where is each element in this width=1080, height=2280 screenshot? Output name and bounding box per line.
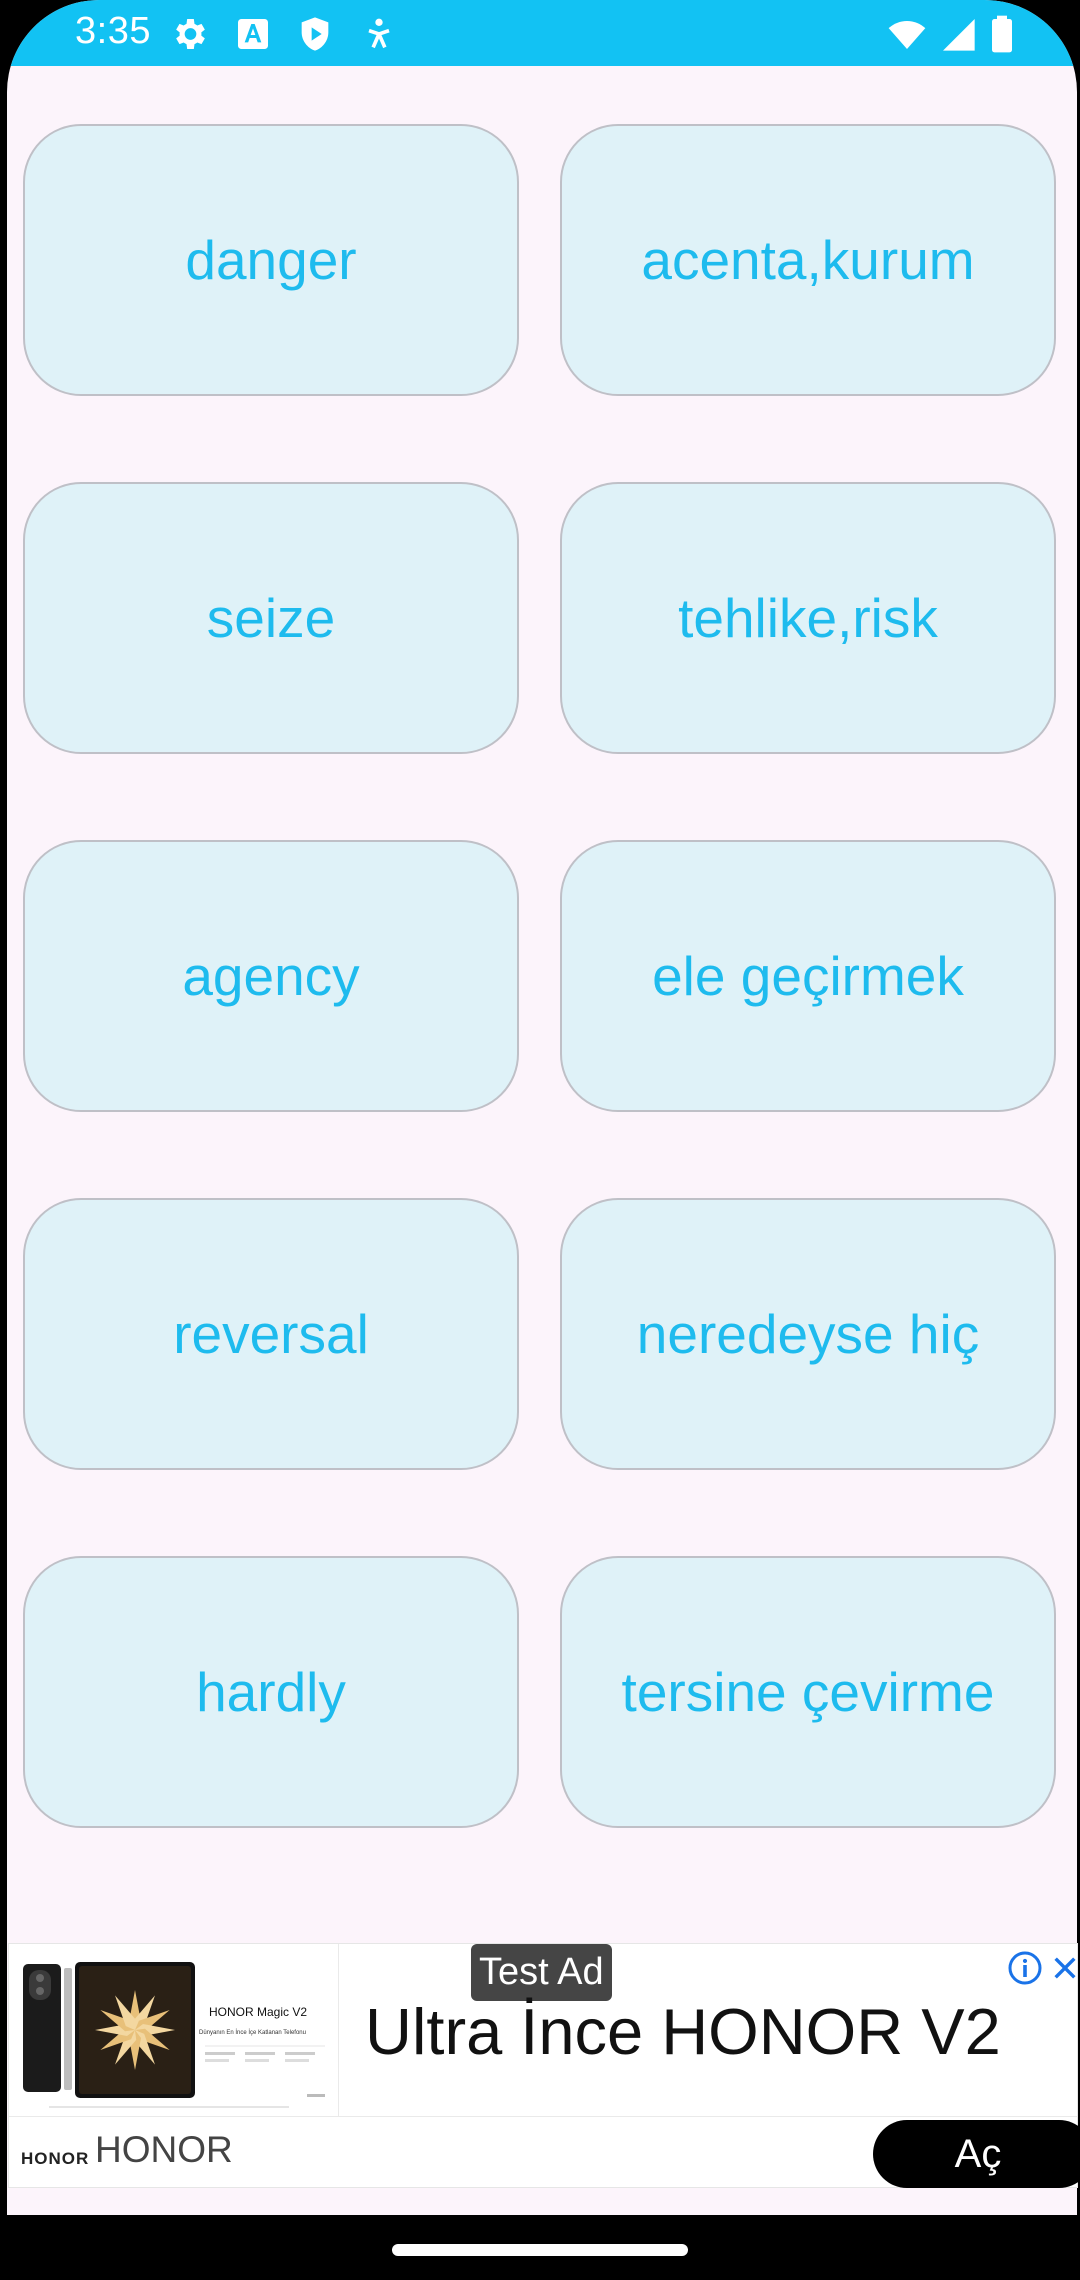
- app-screen: 3:35 danger acenta,kurum seize tehlike,r…: [7, 0, 1077, 2215]
- ad-product-illustration: HONOR Magic V2 Dünyanın En İnce İçe Katl…: [23, 1962, 325, 2108]
- ad-divider: [9, 2116, 1077, 2117]
- ad-image-product-name: HONOR Magic V2: [209, 2005, 307, 2019]
- word-card[interactable]: neredeyse hiç: [560, 1198, 1056, 1470]
- word-card-label: danger: [185, 229, 357, 291]
- word-card[interactable]: reversal: [23, 1198, 519, 1470]
- word-card-label: tersine çevirme: [621, 1661, 995, 1723]
- ad-image-tagline: Dünyanın En İnce İçe Katlanan Telefonu: [199, 2029, 306, 2036]
- ad-open-button[interactable]: Aç: [873, 2120, 1080, 2188]
- advertiser-logo: HONOR: [21, 2149, 90, 2168]
- word-card[interactable]: acenta,kurum: [560, 124, 1056, 396]
- word-card-label: tehlike,risk: [678, 587, 938, 649]
- word-card-grid: danger acenta,kurum seize tehlike,risk a…: [7, 0, 1077, 2215]
- word-card-label: acenta,kurum: [641, 229, 975, 291]
- word-card[interactable]: seize: [23, 482, 519, 754]
- ad-headline[interactable]: Ultra İnce HONOR V2: [365, 1994, 1001, 2069]
- word-card[interactable]: ele geçirmek: [560, 840, 1056, 1112]
- word-card-label: ele geçirmek: [652, 945, 964, 1007]
- word-card-label: neredeyse hiç: [636, 1303, 980, 1365]
- word-card-label: seize: [206, 587, 336, 649]
- info-icon[interactable]: [1007, 1950, 1043, 1986]
- advertiser-name: HONOR: [95, 2129, 233, 2170]
- close-icon[interactable]: [1049, 1950, 1080, 1986]
- word-card-label: agency: [182, 945, 360, 1007]
- word-card[interactable]: tehlike,risk: [560, 482, 1056, 754]
- word-card[interactable]: agency: [23, 840, 519, 1112]
- word-card-label: hardly: [196, 1661, 346, 1723]
- word-card[interactable]: tersine çevirme: [560, 1556, 1056, 1828]
- ad-banner[interactable]: HONOR Magic V2 Dünyanın En İnce İçe Katl…: [8, 1943, 1080, 2188]
- word-card[interactable]: danger: [23, 124, 519, 396]
- gesture-nav-handle[interactable]: [392, 2244, 688, 2256]
- test-ad-badge: Test Ad: [471, 1944, 612, 2001]
- word-card-label: reversal: [173, 1303, 369, 1365]
- ad-product-image[interactable]: HONOR Magic V2 Dünyanın En İnce İçe Katl…: [9, 1944, 339, 2116]
- word-card[interactable]: hardly: [23, 1556, 519, 1828]
